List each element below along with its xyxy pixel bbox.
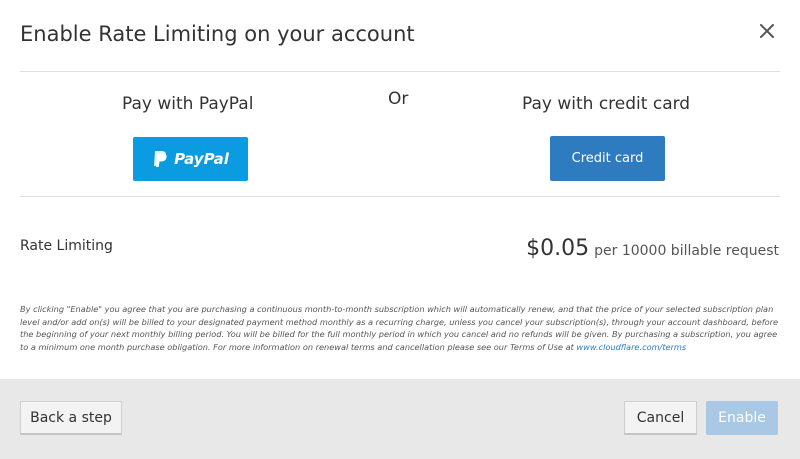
credit-card-heading: Pay with credit card — [522, 94, 691, 114]
divider-middle — [20, 196, 780, 197]
enable-button[interactable]: Enable — [706, 401, 778, 435]
dialog-footer: Back a step Cancel Enable — [0, 379, 800, 459]
plan-price: $0.05 per 10000 billable request — [526, 236, 779, 261]
paypal-heading: Pay with PayPal — [122, 94, 254, 114]
terms-link[interactable]: www.cloudflare.com/terms — [576, 342, 686, 352]
paypal-button[interactable]: PayPal — [133, 137, 248, 181]
plan-name: Rate Limiting — [20, 238, 113, 254]
dialog-title: Enable Rate Limiting on your account — [20, 22, 415, 46]
rate-limiting-dialog: Enable Rate Limiting on your account Pay… — [0, 0, 800, 459]
or-label: Or — [388, 89, 409, 109]
terms-notice: By clicking "Enable" you agree that you … — [20, 303, 780, 353]
cancel-button[interactable]: Cancel — [624, 401, 697, 435]
close-icon[interactable] — [756, 20, 778, 42]
price-unit: per 10000 billable request — [594, 243, 779, 259]
price-amount: $0.05 — [526, 236, 590, 261]
credit-card-button[interactable]: Credit card — [550, 136, 665, 181]
divider-top — [20, 71, 780, 72]
paypal-logo-icon — [152, 150, 168, 168]
back-button[interactable]: Back a step — [20, 401, 122, 435]
paypal-button-label: PayPal — [174, 150, 229, 168]
